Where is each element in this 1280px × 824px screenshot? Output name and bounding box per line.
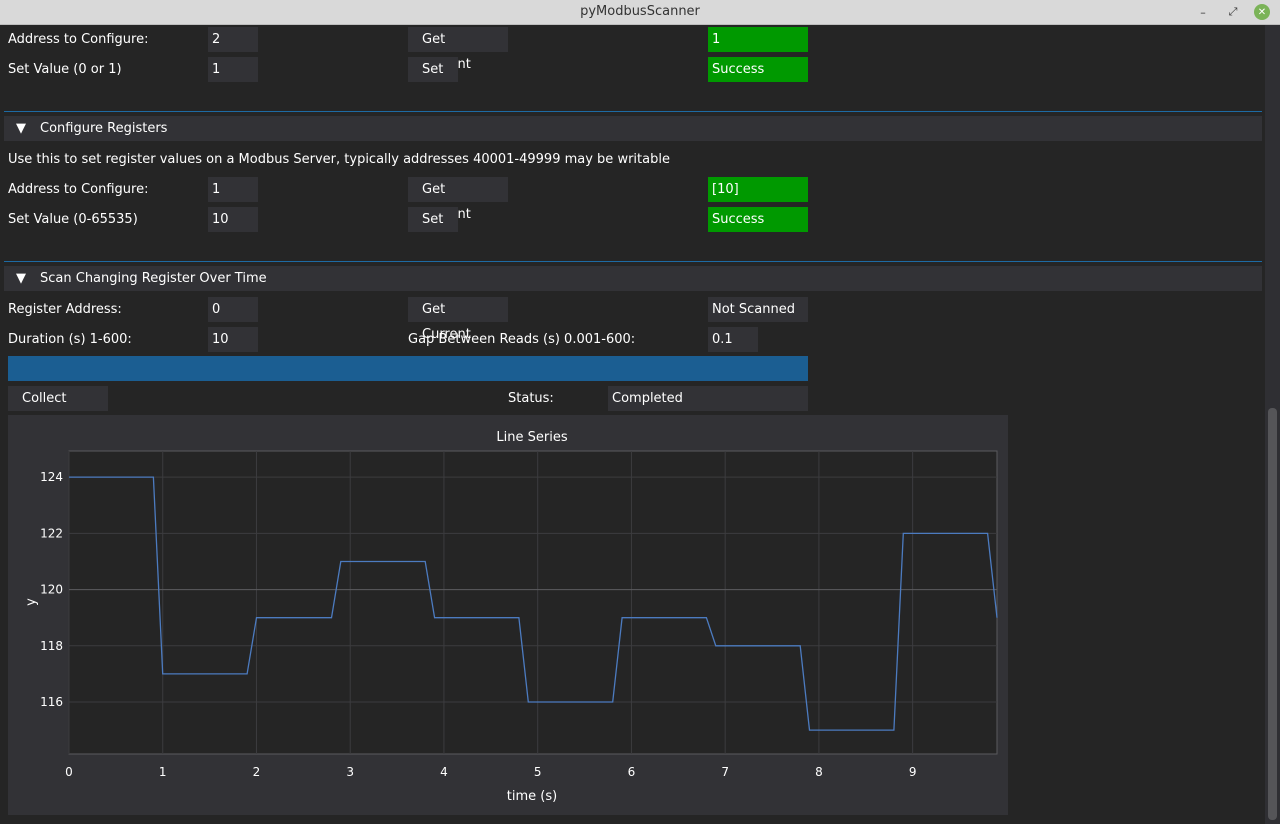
scan-register-address-input[interactable]: 0 xyxy=(208,297,258,322)
section-divider xyxy=(4,261,1262,262)
y-tick-label: 122 xyxy=(40,526,63,540)
configure-registers-header[interactable]: ▼ Configure Registers xyxy=(4,116,1262,141)
chart-svg[interactable]: Line Series 0 1 2 3 4 5 6 7 8 9 116 118 120 122 124 ti… xyxy=(8,415,1008,815)
y-tick-label: 124 xyxy=(40,470,63,484)
x-tick-label: 8 xyxy=(815,765,823,779)
status-label: Status: xyxy=(508,391,554,406)
x-tick-label: 7 xyxy=(721,765,729,779)
scrollbar-thumb[interactable] xyxy=(1268,408,1277,820)
main-content: Address to Configure: 2 Get Current 1 Se… xyxy=(0,25,1264,824)
collapse-arrow-icon[interactable]: ▼ xyxy=(16,266,26,291)
maximize-icon[interactable]: ⤢ xyxy=(1224,3,1242,21)
progress-fill xyxy=(8,356,808,381)
close-icon[interactable]: ✕ xyxy=(1254,4,1270,20)
registers-description: Use this to set register values on a Mod… xyxy=(8,152,670,167)
register-address-label: Address to Configure: xyxy=(8,182,149,197)
scan-current-result: Not Scanned xyxy=(708,297,808,322)
y-tick-label: 120 xyxy=(40,583,63,597)
coil-current-result: 1 xyxy=(708,27,808,52)
x-axis-label: time (s) xyxy=(507,789,557,804)
y-tick-label: 116 xyxy=(40,695,63,709)
x-tick-label: 5 xyxy=(534,765,542,779)
register-address-input[interactable]: 1 xyxy=(208,177,258,202)
register-set-label: Set Value (0-65535) xyxy=(8,212,138,227)
x-tick-label: 9 xyxy=(909,765,917,779)
collapse-arrow-icon[interactable]: ▼ xyxy=(16,116,26,141)
register-set-button[interactable]: Set xyxy=(408,207,458,232)
x-tick-label: 0 xyxy=(65,765,73,779)
gap-input[interactable]: 0.1 xyxy=(708,327,758,352)
gap-label: Gap Between Reads (s) 0.001-600: xyxy=(408,332,636,347)
coil-set-label: Set Value (0 or 1) xyxy=(8,62,122,77)
line-series-plot[interactable]: Line Series 0 1 2 3 4 5 6 7 8 9 116 118 120 122 124 ti… xyxy=(8,415,1008,815)
coil-address-input[interactable]: 2 xyxy=(208,27,258,52)
register-get-current-button[interactable]: Get Current xyxy=(408,177,508,222)
coil-set-button[interactable]: Set xyxy=(408,57,458,82)
window-title: pyModbusScanner xyxy=(580,4,700,19)
scan-register-header[interactable]: ▼ Scan Changing Register Over Time xyxy=(4,266,1262,291)
coil-address-label: Address to Configure: xyxy=(8,32,149,47)
chart-title: Line Series xyxy=(496,430,567,445)
coil-get-current-button[interactable]: Get Current xyxy=(408,27,508,72)
window-titlebar: pyModbusScanner – ⤢ ✕ xyxy=(0,0,1280,25)
status-value: Completed xyxy=(608,386,808,411)
x-tick-label: 1 xyxy=(159,765,167,779)
x-tick-label: 6 xyxy=(628,765,636,779)
configure-registers-title: Configure Registers xyxy=(40,121,168,136)
scan-get-current-button[interactable]: Get Current xyxy=(408,297,508,342)
register-set-result: Success xyxy=(708,207,808,232)
register-set-input[interactable]: 10 xyxy=(208,207,258,232)
section-divider xyxy=(4,111,1262,112)
x-tick-label: 3 xyxy=(346,765,354,779)
y-tick-label: 118 xyxy=(40,639,63,653)
duration-label: Duration (s) 1-600: xyxy=(8,332,132,347)
collect-data-button[interactable]: Collect Data xyxy=(8,386,108,431)
y-axis-label: y xyxy=(24,598,39,606)
x-tick-label: 4 xyxy=(440,765,448,779)
minimize-icon[interactable]: – xyxy=(1194,3,1212,21)
scan-register-title: Scan Changing Register Over Time xyxy=(40,271,267,286)
coil-set-input[interactable]: 1 xyxy=(208,57,258,82)
register-current-result: [10] xyxy=(708,177,808,202)
scan-register-address-label: Register Address: xyxy=(8,302,122,317)
coil-set-result: Success xyxy=(708,57,808,82)
duration-input[interactable]: 10 xyxy=(208,327,258,352)
plot-area xyxy=(68,450,998,755)
vertical-scrollbar[interactable] xyxy=(1265,25,1280,824)
x-tick-label: 2 xyxy=(253,765,261,779)
scan-progress-bar xyxy=(8,356,808,381)
